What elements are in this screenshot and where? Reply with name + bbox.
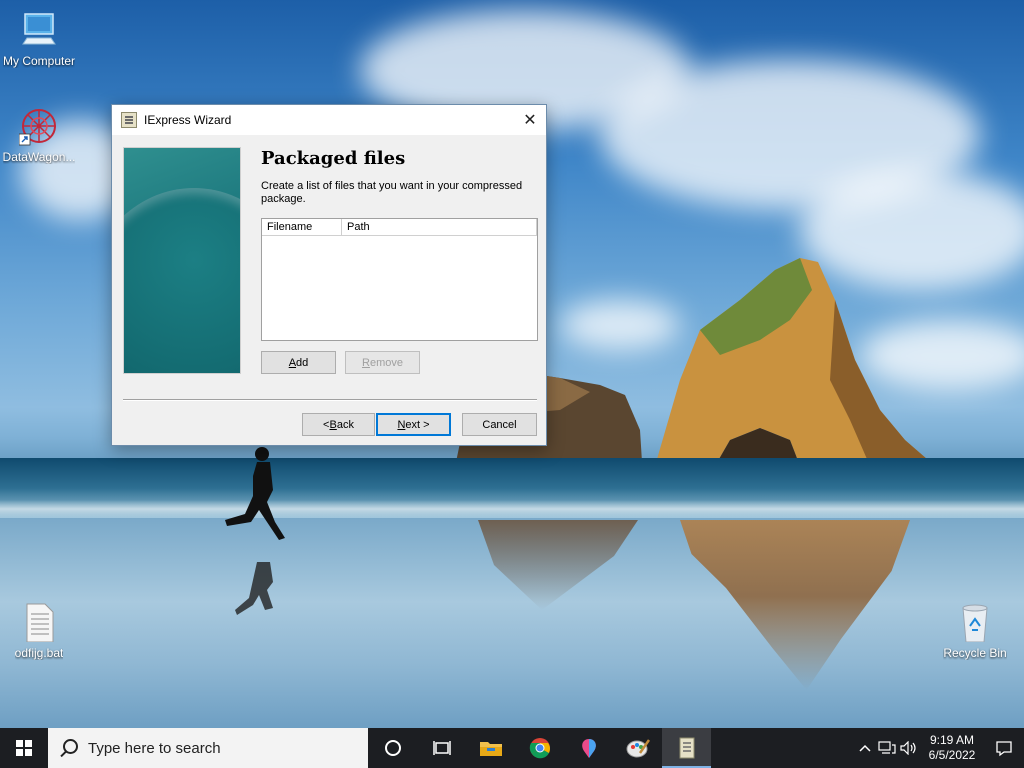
search-icon <box>48 728 88 768</box>
runner-silhouette <box>225 447 285 615</box>
action-center-icon[interactable] <box>984 728 1024 768</box>
taskbar-clock[interactable]: 9:19 AM 6/5/2022 <box>920 733 984 763</box>
taskbar: Type here to search 9:19 AM 6/5/2022 <box>0 728 1024 768</box>
page-description: Create a list of files that you want in … <box>261 180 523 205</box>
datawagon-app-icon <box>18 106 59 146</box>
chevron-up-icon[interactable] <box>854 728 876 768</box>
surf <box>0 500 1024 518</box>
iexpress-icon[interactable] <box>662 728 711 768</box>
desktop-icon-recycle-bin[interactable]: Recycle Bin <box>936 602 1014 660</box>
taskbar-search-box[interactable]: Type here to search <box>48 728 368 768</box>
windows-logo-icon <box>16 740 32 756</box>
batch-file-icon <box>19 602 59 643</box>
desktop-icon-my-computer[interactable]: My Computer <box>0 10 78 68</box>
back-button[interactable]: < Back <box>302 413 375 436</box>
recycle-bin-icon <box>955 602 995 643</box>
clock-time: 9:19 AM <box>929 733 975 747</box>
desktop-icon-label: odfijg.bat <box>14 646 64 660</box>
dialog-titlebar[interactable]: IExpress Wizard ✕ <box>112 105 546 135</box>
file-explorer-icon[interactable] <box>466 728 515 768</box>
paint-3d-icon[interactable] <box>564 728 613 768</box>
volume-icon[interactable] <box>898 728 920 768</box>
network-icon[interactable] <box>876 728 898 768</box>
iexpress-wizard-dialog: IExpress Wizard ✕ Packaged files Create … <box>111 104 547 446</box>
cortana-icon[interactable] <box>368 728 417 768</box>
desktop-icon-label: My Computer <box>2 54 76 68</box>
packaged-files-list[interactable]: Filename Path <box>261 218 538 341</box>
remove-button[interactable]: Remove <box>345 351 420 374</box>
column-header-filename[interactable]: Filename <box>262 219 342 235</box>
next-button-mnemonic: N <box>397 418 406 431</box>
add-button-mnemonic: A <box>288 356 297 369</box>
desktop-icon-odfijg-bat[interactable]: odfijg.bat <box>0 602 78 660</box>
list-header: Filename Path <box>262 219 537 236</box>
remove-button-suffix: emove <box>369 356 403 369</box>
desktop-icon-label: Recycle Bin <box>943 646 1007 660</box>
task-view-icon[interactable] <box>417 728 466 768</box>
dialog-title: IExpress Wizard <box>144 113 232 127</box>
wizard-side-image <box>123 147 241 374</box>
next-button[interactable]: Next > <box>376 413 451 436</box>
back-button-mnemonic: B <box>329 418 337 431</box>
add-button[interactable]: Add <box>261 351 336 374</box>
chrome-icon[interactable] <box>515 728 564 768</box>
close-button[interactable]: ✕ <box>514 105 546 135</box>
remove-button-mnemonic: R <box>362 356 370 369</box>
dialog-separator <box>123 399 537 401</box>
page-title: Packaged files <box>261 148 406 169</box>
column-header-path[interactable]: Path <box>342 219 537 235</box>
add-button-suffix: dd <box>296 356 309 369</box>
start-button[interactable] <box>0 728 48 768</box>
search-placeholder: Type here to search <box>88 739 221 757</box>
cancel-button[interactable]: Cancel <box>462 413 537 436</box>
monitor-icon <box>19 10 59 50</box>
desktop-icon-datawagon[interactable]: DataWagon... <box>0 106 78 164</box>
paint-icon[interactable] <box>613 728 662 768</box>
desktop-icon-label: DataWagon... <box>2 150 76 164</box>
back-button-suffix: ack <box>336 418 354 431</box>
next-button-suffix: ext > <box>405 418 430 431</box>
clock-date: 6/5/2022 <box>928 748 976 762</box>
system-tray: 9:19 AM 6/5/2022 <box>854 728 1024 768</box>
iexpress-app-icon <box>121 112 137 128</box>
